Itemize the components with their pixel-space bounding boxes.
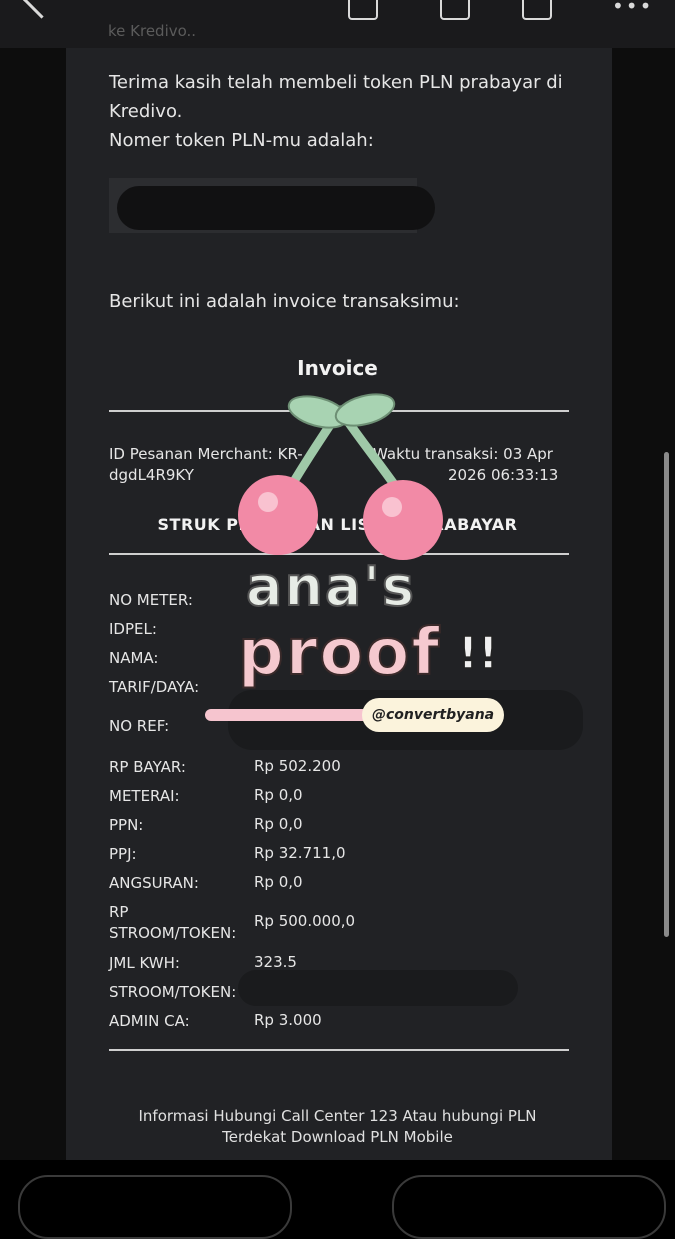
divider: [109, 1049, 569, 1051]
download-icon[interactable]: [348, 0, 378, 20]
detail-label: STROOM/TOKEN:: [109, 983, 237, 1001]
bottom-action-right[interactable]: [392, 1175, 666, 1239]
footer-line1: Informasi Hubungi Call Center 123 Atau h…: [138, 1107, 537, 1125]
detail-label: ADMIN CA:: [109, 1012, 190, 1030]
sticker-bar: [205, 709, 375, 721]
detail-label: NO REF:: [109, 717, 170, 735]
sticker-text-line2: proof: [237, 615, 442, 691]
footer-info: Informasi Hubungi Call Center 123 Atau h…: [100, 1106, 575, 1148]
detail-value: Rp 3.000: [254, 1011, 322, 1029]
sticker-exclaim: !!: [457, 627, 499, 680]
detail-value: Rp 0,0: [254, 873, 303, 891]
detail-label: NO METER:: [109, 591, 193, 609]
token-label: Nomer token PLN-mu adalah:: [109, 130, 374, 151]
detail-label: METERAI:: [109, 787, 180, 805]
detail-value: Rp 500.000,0: [254, 912, 356, 930]
footer-line2: Terdekat Download PLN Mobile: [222, 1128, 453, 1146]
detail-label-line1: RP: [109, 903, 129, 921]
invoice-title: Invoice: [297, 356, 378, 380]
detail-label: NAMA:: [109, 649, 159, 667]
merchant-id-value: dgdL4R9KY: [109, 466, 194, 484]
detail-label: TARIF/DAYA:: [109, 678, 200, 696]
detail-label: PPN:: [109, 816, 144, 834]
delete-icon[interactable]: [440, 0, 470, 20]
detail-value: 323.5: [254, 953, 297, 971]
detail-label-line2: STROOM/TOKEN:: [109, 924, 237, 942]
detail-value: Rp 0,0: [254, 815, 303, 833]
token-redaction: [117, 186, 435, 230]
cherry-sticker-icon: [238, 393, 443, 560]
detail-label: ANGSURAN:: [109, 874, 199, 892]
scrollbar[interactable]: [664, 452, 669, 937]
thanks-text-line2: Kredivo.: [109, 101, 183, 122]
detail-value: Rp 0,0: [254, 786, 303, 804]
detail-label: JML KWH:: [109, 954, 180, 972]
back-arrow-icon[interactable]: [22, 0, 61, 19]
sticker-handle: @convertbyana: [362, 698, 505, 732]
sticker-text-line1: ana's: [245, 554, 416, 619]
sender-text: ke Kredivo..: [108, 22, 197, 40]
overflow-menu-icon[interactable]: •••: [612, 0, 653, 18]
detail-label: RP BAYAR:: [109, 758, 186, 776]
detail-value: Rp 32.711,0: [254, 844, 346, 862]
mail-toolbar: •••: [0, 0, 675, 48]
detail-label: PPJ:: [109, 845, 137, 863]
more-icon[interactable]: [522, 0, 552, 20]
thanks-text-line1: Terima kasih telah membeli token PLN pra…: [109, 72, 563, 93]
detail-label: IDPEL:: [109, 620, 157, 638]
bottom-action-left[interactable]: [18, 1175, 292, 1239]
invoice-intro: Berikut ini adalah invoice transaksimu:: [109, 291, 460, 312]
detail-value: Rp 502.200: [254, 757, 341, 775]
token-redaction-2: [238, 970, 518, 1006]
